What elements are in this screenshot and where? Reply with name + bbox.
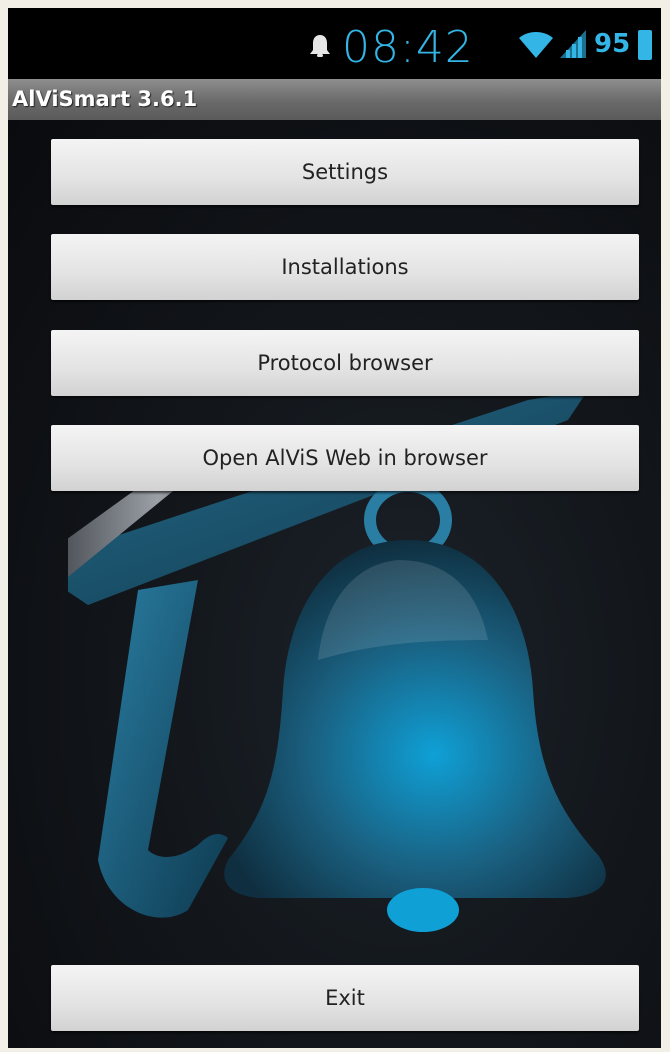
- battery-icon: [638, 30, 652, 60]
- title-bar: AlViSmart 3.6.1: [8, 79, 661, 121]
- wifi-icon: [519, 32, 553, 58]
- app-title: AlViSmart 3.6.1: [12, 87, 198, 111]
- phone-screen: 08:42 95 AlViSmart 3.6.1 Settings Instal…: [8, 8, 661, 1048]
- open-web-button[interactable]: Open AlViS Web in browser: [51, 425, 639, 491]
- installations-button[interactable]: Installations: [51, 234, 639, 300]
- status-bar: 08:42 95: [8, 8, 661, 79]
- signal-icon: [560, 30, 586, 58]
- protocol-browser-button[interactable]: Protocol browser: [51, 330, 639, 396]
- bell-icon: [310, 35, 330, 57]
- battery-level: 95: [594, 29, 631, 59]
- settings-button[interactable]: Settings: [51, 139, 639, 205]
- main-content: Settings Installations Protocol browser …: [8, 120, 661, 1048]
- exit-button[interactable]: Exit: [51, 965, 639, 1031]
- status-clock: 08:42: [342, 22, 474, 73]
